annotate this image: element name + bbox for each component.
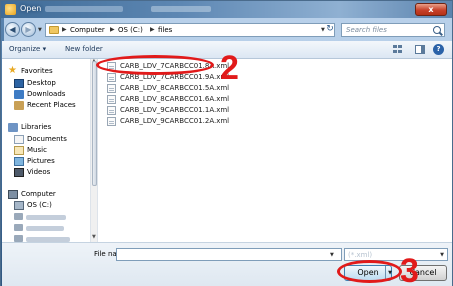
downloads-icon xyxy=(14,90,24,99)
address-row: ◀ ▶ ▼ ▶ Computer ▶ OS (C:) ▶ files ▼ ↻ S… xyxy=(1,19,452,41)
nav-music[interactable]: Music xyxy=(27,146,47,154)
nav-downloads[interactable]: Downloads xyxy=(27,90,65,98)
search-icon xyxy=(433,26,441,34)
file-name-input[interactable] xyxy=(116,248,342,261)
scroll-down-icon[interactable]: ▼ xyxy=(92,234,96,240)
xml-file-icon xyxy=(107,73,116,82)
refresh-icon[interactable]: ↻ xyxy=(323,23,337,37)
file-type-select[interactable]: (*.xml) ▼ xyxy=(344,248,448,261)
chevron-right-icon[interactable]: ▶ xyxy=(150,26,155,33)
xml-file-icon xyxy=(107,95,116,104)
nav-os-c[interactable]: OS (C:) xyxy=(27,201,52,209)
chevron-down-icon: ▼ xyxy=(440,252,444,258)
annotation-ellipse-file xyxy=(96,55,214,75)
file-name: CARB_LDV_9CARBCC01.1A.xml xyxy=(120,106,230,114)
documents-icon xyxy=(14,135,24,144)
videos-icon xyxy=(14,168,24,177)
chevron-right-icon[interactable]: ▶ xyxy=(110,26,115,33)
xml-file-icon xyxy=(107,84,116,93)
breadcrumb-os-c[interactable]: OS (C:) xyxy=(118,26,143,34)
organize-button[interactable]: Organize ▾ xyxy=(9,45,46,53)
blurred-drive-icon xyxy=(14,235,23,242)
music-icon xyxy=(14,146,24,155)
nav-computer[interactable]: Computer xyxy=(21,190,56,198)
nav-recent-places[interactable]: Recent Places xyxy=(27,101,76,109)
star-icon: ★ xyxy=(8,65,17,76)
scrollbar-thumb[interactable] xyxy=(92,61,97,186)
xml-file-icon xyxy=(107,117,116,126)
app-icon xyxy=(5,4,16,15)
change-view-icon[interactable] xyxy=(393,45,407,55)
file-name: CARB_LDV_9CARBCC01.2A.xml xyxy=(120,117,230,125)
nav-desktop[interactable]: Desktop xyxy=(27,79,56,87)
preview-pane-icon[interactable] xyxy=(415,45,425,54)
blurred-drive-icon xyxy=(14,224,23,231)
close-button[interactable]: x xyxy=(415,3,447,16)
blurred-drive-label[interactable] xyxy=(26,215,66,220)
open-dialog: Open x ◀ ▶ ▼ ▶ Computer ▶ OS (C:) ▶ file… xyxy=(0,0,453,286)
navigation-pane: ★ Favorites Desktop Downloads Recent Pla… xyxy=(2,59,90,242)
address-bar[interactable]: ▶ Computer ▶ OS (C:) ▶ files ▼ xyxy=(45,23,335,37)
blurred-drive-label[interactable] xyxy=(26,226,64,231)
chevron-right-icon[interactable]: ▶ xyxy=(62,26,67,33)
blurred-drive-icon xyxy=(14,213,23,220)
back-arrow-icon: ◀ xyxy=(9,25,16,34)
search-input[interactable]: Search files xyxy=(341,23,445,37)
breadcrumb-computer[interactable]: Computer xyxy=(70,26,105,34)
help-icon[interactable]: ? xyxy=(433,44,444,55)
breadcrumb-files[interactable]: files xyxy=(158,26,172,34)
blurred-title-text xyxy=(45,6,123,12)
annotation-step-2: 2 xyxy=(220,49,239,87)
file-name: CARB_LDV_8CARBCC01.6A.xml xyxy=(120,95,230,103)
file-name: CARB_LDV_8CARBCC01.5A.xml xyxy=(120,84,230,92)
computer-icon xyxy=(8,190,18,199)
new-folder-button[interactable]: New folder xyxy=(65,45,103,53)
blurred-title-text-2 xyxy=(151,6,211,12)
forward-arrow-icon: ▶ xyxy=(25,25,32,34)
search-placeholder: Search files xyxy=(346,26,387,34)
file-type-value: (*.xml) xyxy=(348,251,373,259)
pictures-icon xyxy=(14,157,24,166)
libraries-icon xyxy=(8,123,18,132)
back-button[interactable]: ◀ xyxy=(5,22,20,37)
nav-documents[interactable]: Documents xyxy=(27,135,67,143)
recent-places-icon xyxy=(14,101,24,110)
xml-file-icon xyxy=(107,106,116,115)
nav-videos[interactable]: Videos xyxy=(27,168,50,176)
nav-libraries[interactable]: Libraries xyxy=(21,123,51,131)
nav-favorites[interactable]: Favorites xyxy=(21,67,53,75)
recent-pages-dropdown-icon[interactable]: ▼ xyxy=(38,27,42,33)
forward-button[interactable]: ▶ xyxy=(21,22,36,37)
title-bar: Open x xyxy=(1,1,452,18)
nav-pictures[interactable]: Pictures xyxy=(27,157,55,165)
file-name-dropdown-icon[interactable]: ▼ xyxy=(330,252,334,258)
window-title: Open xyxy=(20,4,42,13)
annotation-step-3: 3 xyxy=(400,252,419,286)
desktop-icon xyxy=(14,79,24,88)
annotation-ellipse-open xyxy=(337,260,402,283)
folder-icon xyxy=(49,26,59,34)
drive-icon xyxy=(14,201,24,210)
nav-scrollbar[interactable]: ▲ ▼ xyxy=(90,58,98,242)
